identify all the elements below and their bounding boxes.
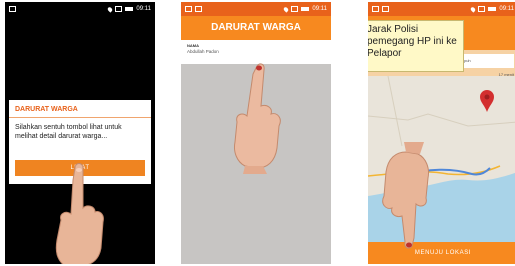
location-icon	[107, 5, 114, 13]
list-item-value: Abdullah Padon	[187, 49, 219, 54]
pointing-hand-2	[234, 63, 281, 174]
list-item-label: NAMA	[187, 43, 199, 48]
status-time: 09:11	[312, 6, 327, 12]
status-time: 09:11	[499, 6, 514, 12]
status-time: 09:11	[136, 6, 151, 12]
battery-icon	[488, 7, 497, 11]
battery-icon	[301, 7, 310, 11]
dialog-message: Silahkan sentuh tombol lihat untuk melih…	[15, 124, 122, 140]
location-icon	[470, 5, 477, 13]
phone-screen-2: 09:11 DARURAT WARGA NAMA Abdullah Padon	[181, 2, 331, 264]
signal-icon	[291, 6, 299, 12]
navigate-button[interactable]: MENUJU LOKASI	[368, 242, 515, 264]
list-item[interactable]: NAMA Abdullah Padon	[181, 40, 331, 64]
status-bar: 09:11	[368, 2, 515, 16]
dialog-title: DARURAT WARGA	[9, 100, 151, 118]
page-title: DARURAT WARGA	[181, 16, 331, 40]
signal-icon	[115, 6, 123, 12]
notification-icon	[372, 6, 379, 12]
notification-icon	[195, 6, 202, 12]
notification-icon	[382, 6, 389, 12]
signal-icon	[478, 6, 486, 12]
map-view[interactable]	[368, 76, 515, 246]
phone-screen-1: 09:11 DARURAT WARGA Silahkan sentuh tomb…	[5, 2, 155, 264]
status-bar: 09:11	[181, 2, 331, 16]
phone-screen-3: 09:11 13.9 km Waktu tempuh 17 menit Jara…	[368, 2, 515, 264]
location-icon	[283, 5, 290, 13]
status-bar: 09:11	[5, 2, 155, 16]
distance-tooltip: Jarak Polisi pemegang HP ini ke Pelapor	[368, 20, 464, 72]
map-canvas	[368, 76, 515, 246]
battery-icon	[125, 7, 134, 11]
view-button[interactable]: LIHAT	[15, 160, 145, 176]
notification-icon	[185, 6, 192, 12]
emergency-dialog: DARURAT WARGA Silahkan sentuh tombol lih…	[9, 100, 151, 184]
notification-icon	[9, 6, 16, 12]
